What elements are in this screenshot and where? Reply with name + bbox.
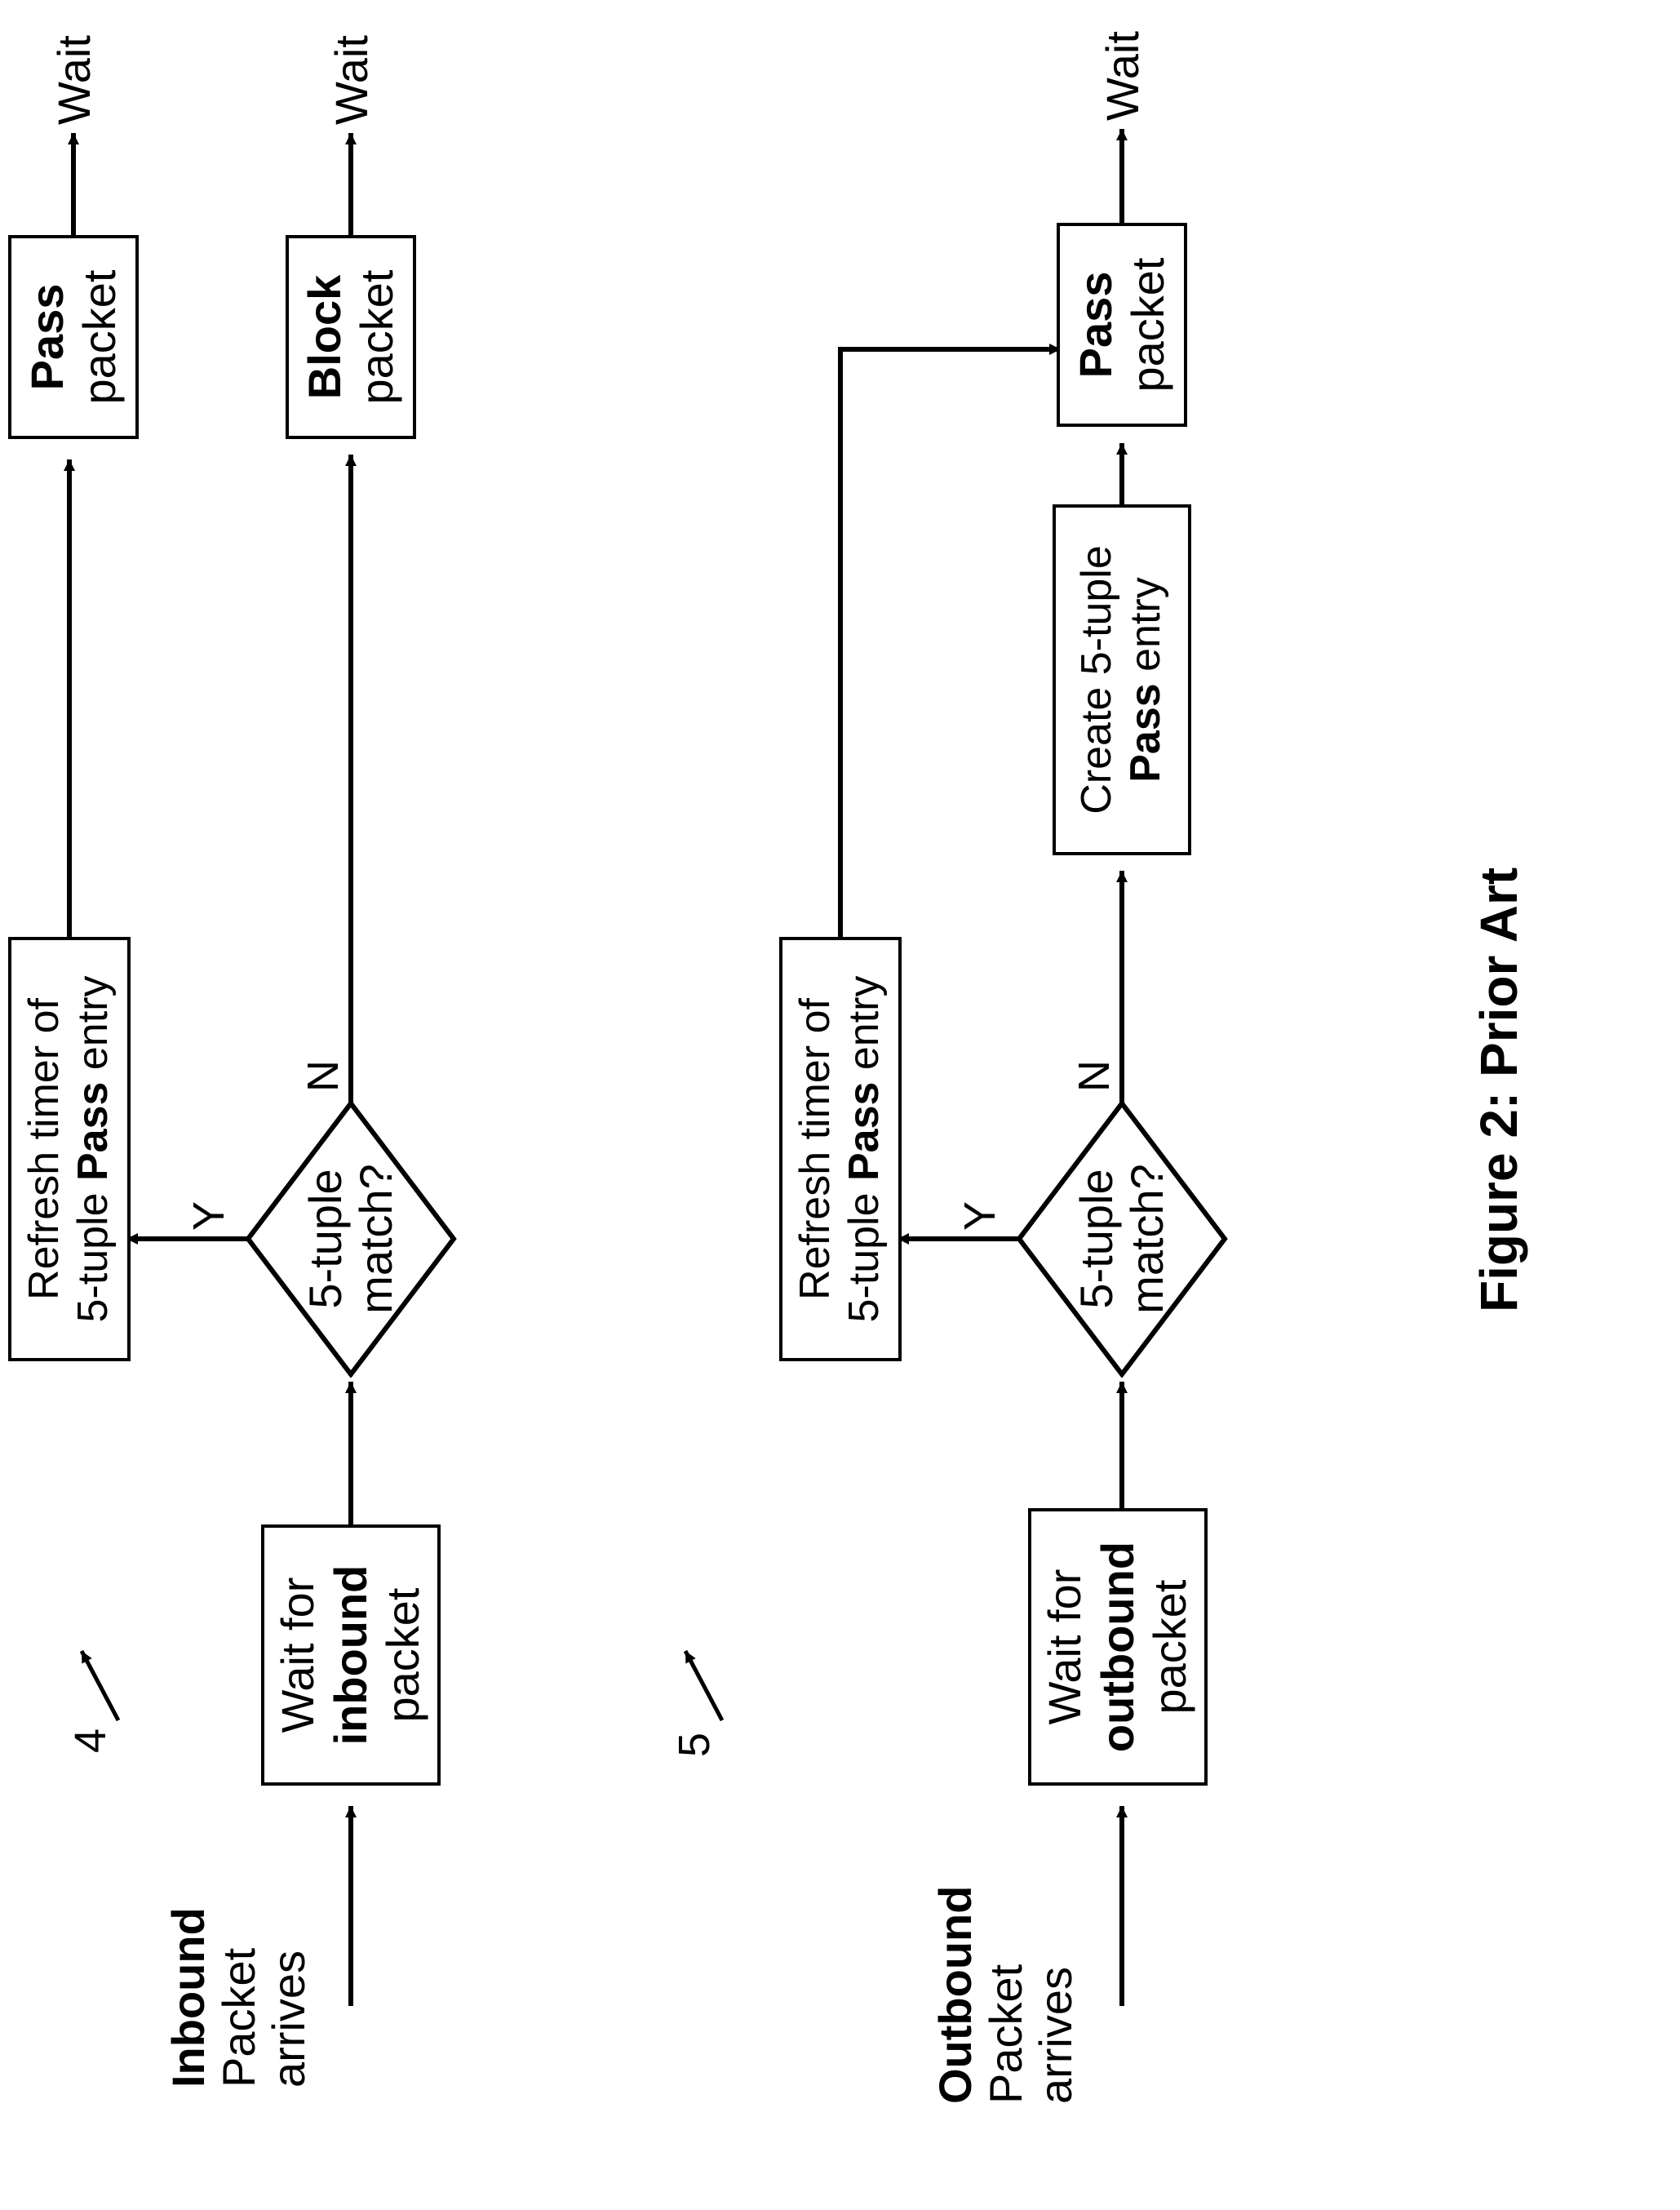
wait-terminal-block-in: Wait (326, 35, 377, 125)
wait-inbound-l2: inbound (325, 1565, 377, 1746)
decision-in-l2: match? (351, 1164, 401, 1314)
arrow-into-wait-inbound (326, 1786, 375, 2006)
inbound-arrives-label: Inbound Packet arrives (163, 1875, 314, 2088)
inbound-arrives-l1: Inbound (163, 1875, 214, 2088)
figure-caption: Figure 2: Prior Art (1469, 868, 1529, 1312)
arrow-diamond-to-block (326, 434, 375, 1103)
arrow-create-to-pass-out (1097, 423, 1146, 504)
wait-outbound-box: Wait for outbound packet (1028, 1508, 1208, 1786)
wait-out-l2: outbound (1092, 1542, 1144, 1752)
ref-5-label: 5 (669, 1733, 720, 1757)
pass-box-inbound: Pass packet (8, 235, 139, 439)
refresh-in-l1: Refresh timer of (20, 998, 69, 1300)
refresh-in-l2a: 5-tuple (69, 1181, 117, 1322)
decision-inbound: 5-tuple match? (245, 1100, 457, 1378)
create-entry-box: Create 5-tuple Pass entry (1053, 504, 1191, 855)
create-l2b: entry (1122, 577, 1169, 683)
outbound-arrives-l3: arrives (1031, 1859, 1081, 2104)
refresh-out-l2b: entry (840, 976, 888, 1082)
outbound-arrives-label: Outbound Packet arrives (930, 1859, 1081, 2104)
outbound-arrives-l1: Outbound (930, 1859, 981, 2104)
wait-inbound-l1: Wait for (272, 1578, 324, 1733)
block-box-inbound: Block packet (286, 235, 416, 439)
create-bold: Pass (1122, 683, 1169, 782)
refresh-out-l2: 5-tuple Pass entry (840, 976, 889, 1323)
decision-out-l2: match? (1122, 1164, 1172, 1314)
pass-box-outbound: Pass packet (1057, 223, 1187, 427)
rotated-page: Inbound Packet arrives Wait for inbound … (0, 530, 1680, 2210)
decision-out-l1: 5-tuple (1071, 1169, 1122, 1308)
create-l2: Pass entry (1122, 577, 1171, 783)
pass-in-bold: Pass (21, 284, 73, 391)
arrow-diamond-to-create (1097, 850, 1146, 1103)
arrow-pass-to-wait-in (49, 113, 98, 235)
ref-4-arrow-icon (73, 1631, 131, 1729)
decision-outbound: 5-tuple match? (1016, 1100, 1228, 1378)
pass-out-l2: packet (1122, 258, 1174, 393)
refresh-box-inbound: Refresh timer of 5-tuple Pass entry (8, 937, 131, 1361)
refresh-in-l2b: entry (69, 976, 117, 1082)
refresh-out-l2bold: Pass (840, 1082, 888, 1181)
ref-4-label: 4 (65, 1729, 116, 1753)
decision-in-l1: 5-tuple (300, 1169, 351, 1308)
inbound-arrives-l3: arrives (264, 1875, 314, 2088)
refresh-in-l2bold: Pass (69, 1082, 117, 1181)
arrow-refresh-to-pass-out (816, 317, 1093, 937)
canvas: Inbound Packet arrives Wait for inbound … (0, 0, 1680, 2210)
ref-5-arrow-icon (677, 1631, 734, 1729)
wait-terminal-out: Wait (1097, 31, 1148, 121)
wait-out-l1: Wait for (1039, 1569, 1091, 1725)
refresh-out-l2a: 5-tuple (840, 1181, 888, 1322)
arrow-pass-to-wait-out (1097, 109, 1146, 223)
refresh-in-l2: 5-tuple Pass entry (69, 976, 118, 1323)
pass-in-l2: packet (73, 270, 126, 405)
wait-terminal-pass-in: Wait (49, 35, 100, 125)
arrow-refresh-to-pass-in (45, 439, 94, 937)
refresh-box-outbound: Refresh timer of 5-tuple Pass entry (779, 937, 902, 1361)
arrow-into-wait-outbound (1097, 1786, 1146, 2006)
wait-inbound-l3: packet (377, 1588, 429, 1723)
arrow-block-to-wait-in (326, 113, 375, 235)
wait-out-l3: packet (1144, 1580, 1196, 1715)
pass-out-bold: Pass (1070, 272, 1122, 379)
wait-inbound-box: Wait for inbound packet (261, 1524, 441, 1786)
inbound-arrives-l2: Packet (214, 1875, 264, 2088)
refresh-out-l1: Refresh timer of (791, 998, 840, 1300)
create-l1: Create 5-tuple (1073, 545, 1122, 814)
outbound-arrives-l2: Packet (981, 1859, 1031, 2104)
block-in-l2: packet (351, 270, 403, 405)
arrow-wait-to-diamond-out (1097, 1361, 1146, 1508)
arrow-wait-to-diamond-in (326, 1361, 375, 1524)
block-in-bold: Block (299, 275, 351, 400)
